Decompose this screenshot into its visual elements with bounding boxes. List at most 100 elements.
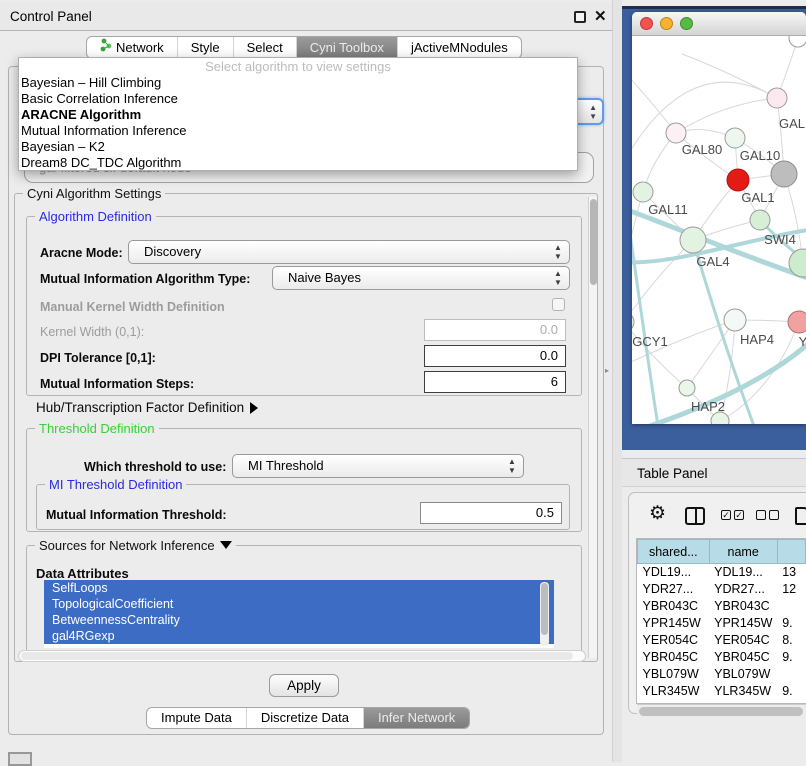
attribute-item-betweennesscentrality[interactable]: BetweennessCentrality: [44, 612, 554, 628]
splitter-handle[interactable]: ▸: [605, 366, 612, 375]
checked-box-icon: ✓: [734, 510, 744, 520]
table-row[interactable]: YBR045CYBR045C9.: [638, 649, 806, 666]
algorithm-option-aracne-algorithm[interactable]: ARACNE Algorithm: [19, 107, 577, 123]
table-row[interactable]: YDR27...YDR27...12: [638, 581, 806, 598]
mi-steps-field[interactable]: 6: [424, 371, 566, 393]
node-hap4[interactable]: [724, 309, 746, 331]
select-all-columns-icon[interactable]: ✓ ✓: [721, 510, 744, 520]
settings-horizontal-scrollbar[interactable]: [18, 650, 586, 662]
tab-label: Style: [191, 37, 220, 58]
node-gray[interactable]: [771, 161, 797, 187]
zoom-traffic-light-icon[interactable]: [680, 17, 693, 30]
apply-button[interactable]: Apply: [269, 674, 339, 697]
mi-steps-label: Mutual Information Steps:: [40, 377, 194, 391]
tab-network[interactable]: Network: [87, 37, 177, 58]
collapse-down-icon: [220, 541, 232, 549]
attribute-item-selfloops[interactable]: SelfLoops: [44, 580, 554, 596]
algorithm-option-dream8-dc-tdc-algorithm[interactable]: Dream8 DC_TDC Algorithm: [19, 155, 577, 171]
node-gal11-label: GAL11: [648, 202, 688, 217]
mi-threshold-field[interactable]: 0.5: [420, 502, 562, 524]
minimize-traffic-light-icon[interactable]: [660, 17, 673, 30]
table-horizontal-scrollbar[interactable]: [637, 704, 806, 717]
data-attributes-list[interactable]: SelfLoopsTopologicalCoefficientBetweenne…: [44, 580, 554, 648]
tab-cyni-toolbox[interactable]: Cyni Toolbox: [296, 37, 397, 58]
control-panel-title: Control Panel: [10, 9, 92, 24]
panel-divider[interactable]: [612, 0, 622, 762]
table-row[interactable]: YBR043CYBR043C: [638, 598, 806, 615]
table-cell: YBL079W: [638, 666, 710, 683]
stepper-arrows-icon: ▲▼: [553, 243, 563, 261]
network-edge[interactable]: [632, 322, 687, 388]
node-gal11[interactable]: [633, 182, 653, 202]
node-table[interactable]: shared...name YDL19...YDL19...13YDR27...…: [636, 538, 806, 704]
network-edge[interactable]: [676, 98, 777, 133]
close-traffic-light-icon[interactable]: [640, 17, 653, 30]
deselect-all-columns-icon[interactable]: [756, 510, 779, 520]
node-swi4[interactable]: [750, 210, 770, 230]
settings-vertical-scrollbar[interactable]: [588, 197, 597, 658]
float-window-icon[interactable]: [574, 11, 586, 23]
node-gal-right[interactable]: [767, 88, 787, 108]
node-top[interactable]: [789, 36, 806, 47]
manual-kernel-checkbox[interactable]: [552, 298, 565, 311]
node-gal1-red[interactable]: [727, 169, 749, 191]
network-edge[interactable]: [682, 54, 777, 98]
kernel-width-field[interactable]: 0.0: [424, 319, 566, 341]
tab-discretize-data[interactable]: Discretize Data: [246, 708, 363, 728]
data-attributes-label: Data Attributes: [36, 566, 129, 581]
column-header-name[interactable]: name: [709, 540, 777, 564]
node-gal10[interactable]: [725, 128, 745, 148]
tab-label: Cyni Toolbox: [310, 37, 384, 58]
close-icon[interactable]: ✕: [594, 7, 607, 25]
table-body[interactable]: YDL19...YDL19...13YDR27...YDR27...12YBR0…: [638, 564, 806, 705]
node-gal-right-label: GAL: [779, 116, 805, 131]
tab-select[interactable]: Select: [233, 37, 296, 58]
table-row[interactable]: YDL19...YDL19...13: [638, 564, 806, 581]
node-gcy1[interactable]: [632, 312, 634, 332]
node-gal80[interactable]: [666, 123, 686, 143]
table-row[interactable]: YLR345WYLR345W9.: [638, 683, 806, 700]
node-gal10-label: GAL10: [740, 148, 780, 163]
column-layout-icon[interactable]: [685, 507, 705, 525]
node-gal4[interactable]: [680, 227, 706, 253]
node-salmon[interactable]: [788, 311, 806, 333]
table-row[interactable]: YER054CYER054C8.: [638, 632, 806, 649]
algorithm-option-bayesian-k2[interactable]: Bayesian – K2: [19, 139, 577, 155]
algorithm-option-basic-correlation-inference[interactable]: Basic Correlation Inference: [19, 91, 577, 107]
table-header-row: shared...name: [638, 540, 806, 564]
which-threshold-combobox[interactable]: MI Threshold ▲▼: [232, 454, 524, 478]
attributes-scrollbar[interactable]: [540, 582, 549, 646]
network-canvas[interactable]: GALGAL80GAL10GAL1GAL11SWI4GAL4GCY1HAP4YH…: [632, 36, 806, 424]
node-hap2[interactable]: [679, 380, 695, 396]
stepper-arrows-icon: ▲▼: [507, 457, 517, 475]
table-cell: [777, 598, 805, 615]
algorithm-dropdown-popup: Select algorithm to view settings Bayesi…: [18, 57, 578, 171]
document-icon[interactable]: [795, 507, 806, 525]
column-header-extra[interactable]: [777, 540, 805, 564]
table-cell: 12: [777, 581, 805, 598]
tab-infer-network[interactable]: Infer Network: [363, 708, 469, 728]
dpi-tolerance-label: DPI Tolerance [0,1]:: [40, 351, 156, 365]
table-header-row[interactable]: shared...name: [638, 540, 806, 564]
dock-grip-icon[interactable]: [8, 752, 32, 766]
attribute-item-gal4rgexp[interactable]: gal4RGexp: [44, 628, 554, 644]
mi-threshold-label: Mutual Information Threshold:: [46, 508, 227, 522]
tab-jactivemnodules[interactable]: jActiveMNodules: [397, 37, 521, 58]
algorithm-option-mutual-information-inference[interactable]: Mutual Information Inference: [19, 123, 577, 139]
dpi-tolerance-field[interactable]: 0.0: [424, 345, 566, 367]
tab-style[interactable]: Style: [177, 37, 233, 58]
mi-type-combobox[interactable]: Naive Bayes ▲▼: [272, 266, 570, 290]
column-header-shared...[interactable]: shared...: [638, 540, 710, 564]
table-cell: YLR345W: [638, 683, 710, 700]
table-cell: YPR145W: [709, 615, 777, 632]
table-cell: [777, 666, 805, 683]
table-row[interactable]: YPR145WYPR145W9.: [638, 615, 806, 632]
gear-icon[interactable]: ⚙: [649, 502, 666, 525]
table-row[interactable]: YBL079WYBL079W: [638, 666, 806, 683]
tab-impute-data[interactable]: Impute Data: [147, 708, 246, 728]
hub-definition-expander[interactable]: Hub/Transcription Factor Definition: [36, 400, 258, 415]
attribute-item-topologicalcoefficient[interactable]: TopologicalCoefficient: [44, 596, 554, 612]
aracne-mode-combobox[interactable]: Discovery ▲▼: [128, 240, 570, 264]
sources-title[interactable]: Sources for Network Inference: [35, 538, 236, 553]
algorithm-option-bayesian-hill-climbing[interactable]: Bayesian – Hill Climbing: [19, 75, 577, 91]
